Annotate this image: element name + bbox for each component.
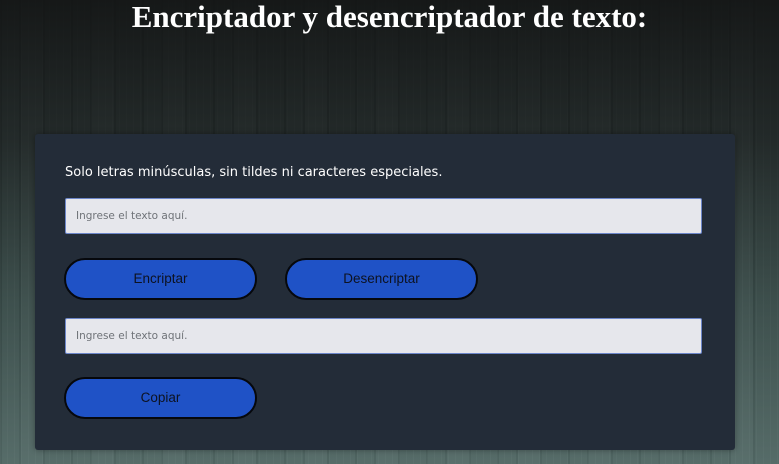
input-hint: Solo letras minúsculas, sin tildes ni ca… <box>65 165 443 180</box>
output-text-field[interactable] <box>65 318 702 354</box>
encrypt-button[interactable]: Encriptar <box>64 258 257 300</box>
encryptor-panel: Solo letras minúsculas, sin tildes ni ca… <box>35 134 735 450</box>
input-text-field[interactable] <box>65 198 702 234</box>
decrypt-button[interactable]: Desencriptar <box>285 258 478 300</box>
copy-button[interactable]: Copiar <box>64 377 257 419</box>
page-title: Encriptador y desencriptador de texto: <box>131 0 648 34</box>
